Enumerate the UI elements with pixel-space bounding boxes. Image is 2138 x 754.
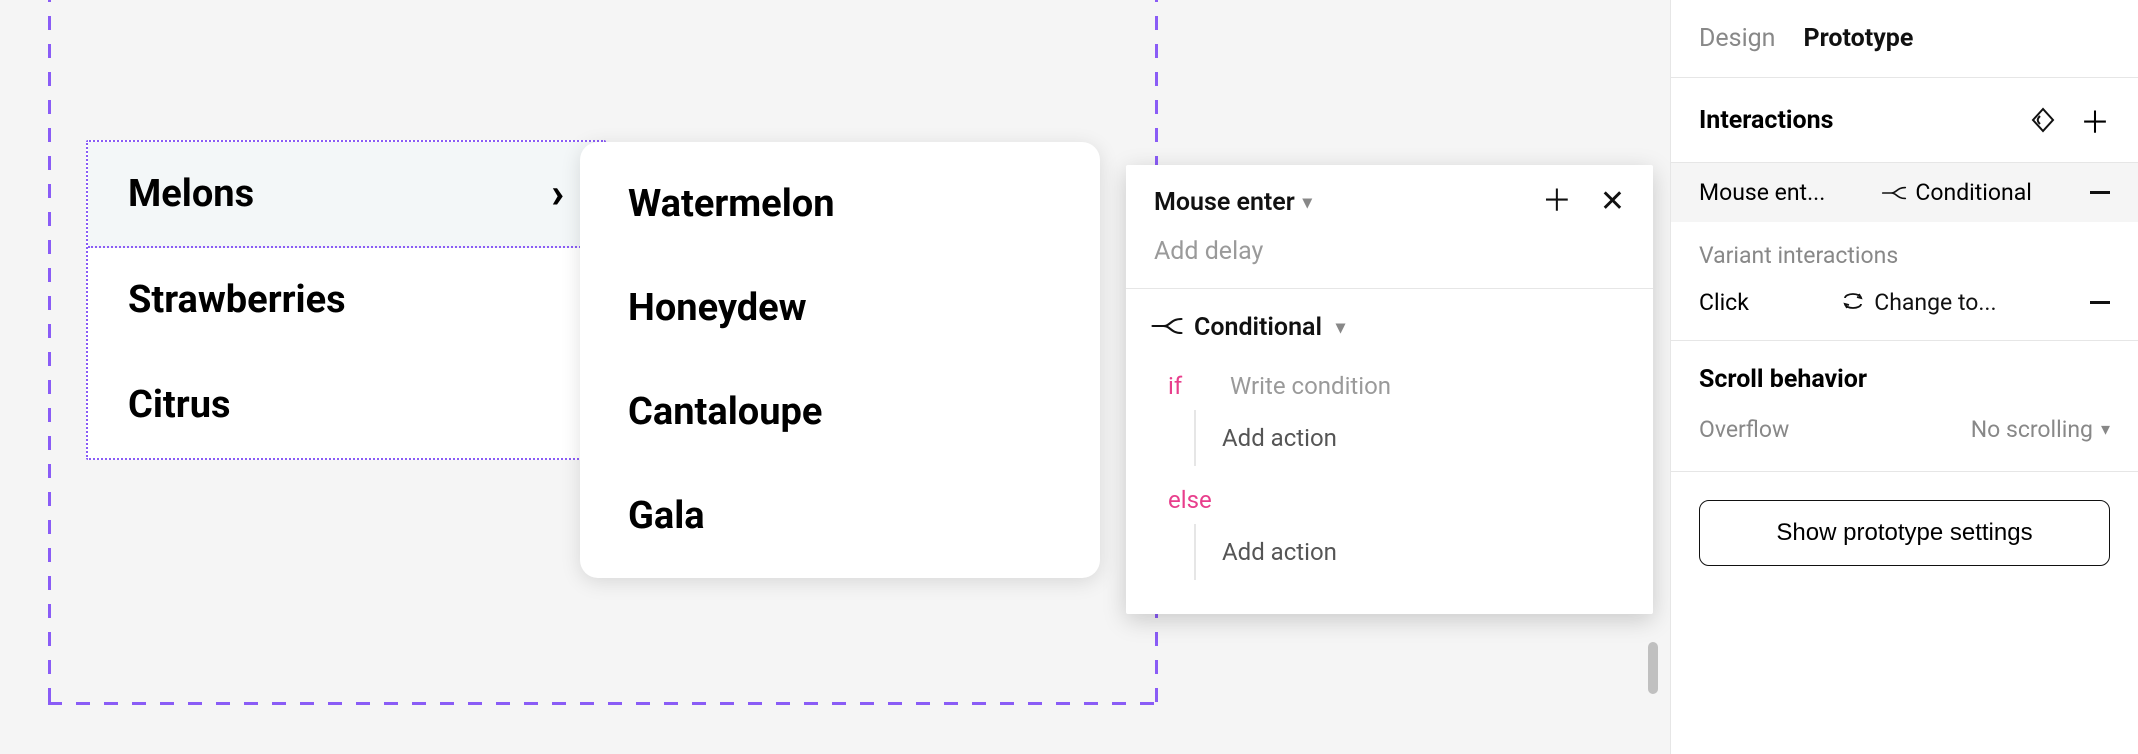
if-add-action[interactable]: Add action <box>1194 410 1625 466</box>
remove-interactions-icon[interactable] <box>2030 107 2056 133</box>
if-branch: if Write condition <box>1154 362 1625 410</box>
conditional-icon <box>1881 179 1907 206</box>
chevron-down-icon: ▾ <box>2101 419 2110 440</box>
add-delay-button[interactable]: Add delay <box>1126 229 1653 289</box>
category-menu[interactable]: Melons › Strawberries Citrus <box>86 140 606 460</box>
category-item-melons[interactable]: Melons › <box>88 142 604 248</box>
category-item-label: Strawberries <box>128 278 346 322</box>
submenu-item-label: Watermelon <box>628 182 835 226</box>
submenu-item[interactable]: Gala <box>580 464 1100 568</box>
panel-tabs: Design Prototype <box>1671 0 2138 78</box>
submenu-item[interactable]: Cantaloupe <box>580 360 1100 464</box>
add-action-button[interactable]: ＋ <box>1542 187 1572 217</box>
tab-label: Prototype <box>1804 24 1914 53</box>
trigger-label: Mouse enter <box>1154 188 1295 217</box>
section-title: Scroll behavior <box>1671 341 2138 406</box>
submenu-item[interactable]: Watermelon <box>580 152 1100 256</box>
interactions-section: Interactions ＋ <box>1671 78 2138 163</box>
interaction-row[interactable]: Mouse ent... Conditional <box>1671 163 2138 222</box>
tab-design[interactable]: Design <box>1699 24 1776 53</box>
action-type-dropdown[interactable]: Conditional ▾ <box>1154 313 1625 342</box>
submenu-item-label: Cantaloupe <box>628 390 822 434</box>
section-title: Interactions <box>1699 106 1833 135</box>
interaction-trigger: Mouse ent... <box>1699 179 1825 206</box>
category-item-citrus[interactable]: Citrus <box>88 353 604 458</box>
popover-header: Mouse enter ▾ ＋ ✕ <box>1126 165 1653 229</box>
else-branch: else <box>1154 476 1625 524</box>
inspector-panel: Design Prototype Interactions ＋ Mouse en… <box>1670 0 2138 754</box>
category-item-label: Citrus <box>128 383 231 427</box>
scroll-behavior-section: Scroll behavior Overflow No scrolling ▾ <box>1671 341 2138 472</box>
show-prototype-settings-button[interactable]: Show prototype settings <box>1699 500 2110 566</box>
variant-interactions-title: Variant interactions <box>1671 222 2138 277</box>
interaction-editor-popover[interactable]: Mouse enter ▾ ＋ ✕ Add delay Conditional … <box>1126 165 1653 614</box>
overflow-label: Overflow <box>1699 416 1789 443</box>
else-add-action[interactable]: Add action <box>1194 524 1625 580</box>
add-action-label: Add action <box>1222 538 1337 566</box>
button-label: Show prototype settings <box>1776 519 2032 546</box>
overflow-value: No scrolling <box>1971 416 2093 443</box>
variant-interaction-row[interactable]: Click Change to... <box>1671 277 2138 341</box>
add-delay-label: Add delay <box>1154 237 1263 266</box>
chevron-down-icon: ▾ <box>1303 192 1312 213</box>
close-button[interactable]: ✕ <box>1600 187 1625 217</box>
overflow-dropdown[interactable]: No scrolling ▾ <box>1971 416 2110 443</box>
tab-prototype[interactable]: Prototype <box>1804 24 1914 53</box>
remove-interaction-button[interactable] <box>2090 191 2110 194</box>
variant-action: Change to... <box>1874 289 1996 316</box>
chevron-right-icon: › <box>551 173 564 215</box>
scrollbar-thumb[interactable] <box>1648 642 1658 694</box>
interaction-action: Conditional <box>1915 179 2031 206</box>
submenu[interactable]: Watermelon Honeydew Cantaloupe Gala <box>580 142 1100 578</box>
category-item-label: Melons <box>128 172 254 216</box>
action-type-label: Conditional <box>1194 313 1322 342</box>
trigger-dropdown[interactable]: Mouse enter ▾ <box>1154 188 1312 217</box>
chevron-down-icon: ▾ <box>1336 317 1345 338</box>
change-to-icon <box>1842 289 1864 316</box>
remove-variant-interaction-button[interactable] <box>2090 301 2110 304</box>
if-keyword: if <box>1168 372 1212 400</box>
category-item-strawberries[interactable]: Strawberries <box>88 248 604 353</box>
else-keyword: else <box>1168 486 1212 514</box>
tab-label: Design <box>1699 24 1776 53</box>
popover-body: Conditional ▾ if Write condition Add act… <box>1126 289 1653 614</box>
conditional-icon <box>1151 313 1182 342</box>
variant-trigger: Click <box>1699 289 1749 316</box>
submenu-item-label: Honeydew <box>628 286 807 330</box>
submenu-item-label: Gala <box>628 494 705 538</box>
submenu-item[interactable]: Honeydew <box>580 256 1100 360</box>
add-interaction-button[interactable]: ＋ <box>2080 98 2110 142</box>
condition-input[interactable]: Write condition <box>1230 372 1391 400</box>
add-action-label: Add action <box>1222 424 1337 452</box>
